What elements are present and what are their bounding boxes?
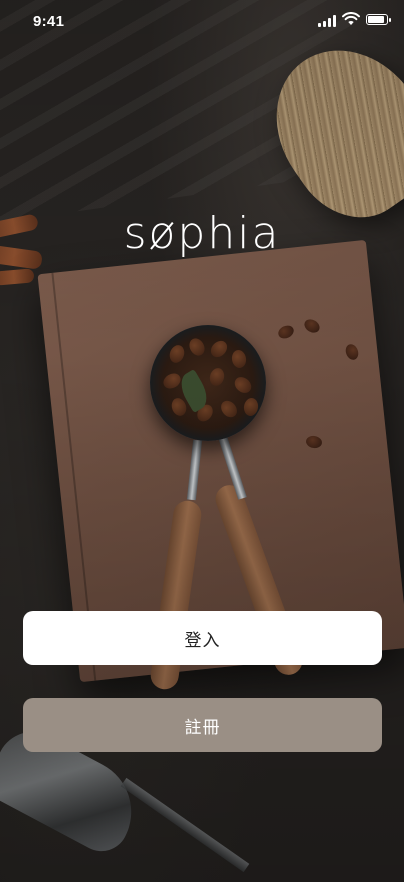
wifi-icon	[342, 12, 360, 25]
status-bar: 9:41	[0, 0, 404, 44]
splash-screen: 9:41 søphia 登入 註冊	[0, 0, 404, 882]
brand-logo: søphia	[123, 208, 281, 259]
battery-icon	[366, 14, 391, 25]
cellular-signal-icon	[318, 15, 338, 27]
register-button[interactable]: 註冊	[23, 698, 382, 752]
status-time: 9:41	[33, 13, 65, 30]
login-button[interactable]: 登入	[23, 611, 382, 665]
